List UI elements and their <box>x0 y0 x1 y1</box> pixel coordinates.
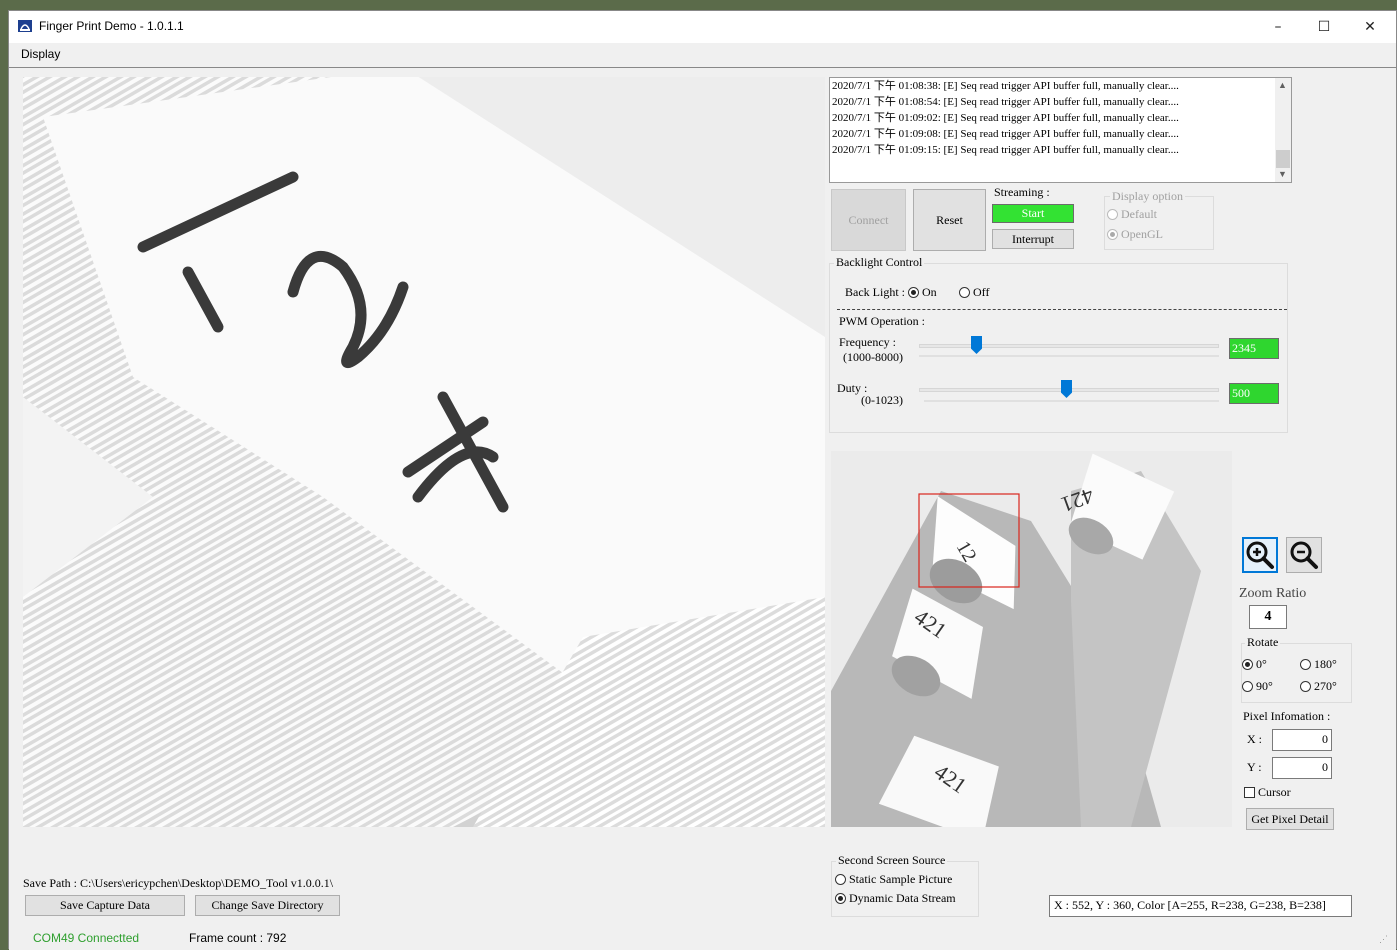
radio-icon <box>1242 681 1253 692</box>
frequency-value-field[interactable]: 2345 <box>1229 338 1279 359</box>
radio-icon <box>908 287 919 298</box>
duty-value-field[interactable]: 500 <box>1229 383 1279 404</box>
zoom-in-button[interactable] <box>1242 537 1278 573</box>
radio-icon <box>1300 681 1311 692</box>
radio-icon <box>1300 659 1311 670</box>
change-directory-button[interactable]: Change Save Directory <box>195 895 340 916</box>
scroll-down-icon[interactable]: ▼ <box>1278 169 1287 179</box>
static-sample-label: Static Sample Picture <box>849 872 953 886</box>
duty-tick-line <box>924 400 1219 402</box>
frequency-slider-track[interactable] <box>919 344 1219 348</box>
zoom-ratio-label: Zoom Ratio <box>1239 586 1307 601</box>
zoom-out-icon <box>1290 541 1318 569</box>
frame-count: Frame count : 792 <box>189 931 287 945</box>
log-line: 2020/7/1 下午 01:09:02: [E] Seq read trigg… <box>832 112 1179 124</box>
overview-image-view[interactable]: 12 421 421 421 <box>831 451 1232 827</box>
radio-icon <box>1242 659 1253 670</box>
window-title: Finger Print Demo - 1.0.1.1 <box>39 19 184 33</box>
menu-display[interactable]: Display <box>21 47 60 61</box>
backlight-on-radio[interactable]: On <box>908 285 937 300</box>
rotate-270-radio[interactable]: 270° <box>1300 679 1337 694</box>
pixel-readout-field: X : 552, Y : 360, Color [A=255, R=238, G… <box>1049 895 1352 917</box>
close-button[interactable]: ✕ <box>1347 11 1393 43</box>
radio-icon <box>835 893 846 904</box>
display-opengl-label: OpenGL <box>1121 227 1163 241</box>
pixel-x-field[interactable]: 0 <box>1272 729 1332 751</box>
cursor-label: Cursor <box>1258 785 1291 799</box>
cursor-checkbox[interactable]: Cursor <box>1244 785 1291 800</box>
log-line: 2020/7/1 下午 01:08:38: [E] Seq read trigg… <box>832 80 1179 92</box>
display-opengl-radio[interactable]: OpenGL <box>1107 227 1163 242</box>
display-default-radio[interactable]: Default <box>1107 207 1157 222</box>
second-screen-label: Second Screen Source <box>836 853 948 868</box>
display-default-label: Default <box>1121 207 1157 221</box>
pixel-y-field[interactable]: 0 <box>1272 757 1332 779</box>
resize-grip-icon[interactable]: ⋰ <box>1379 934 1388 945</box>
duty-range: (0-1023) <box>861 393 903 407</box>
scroll-thumb[interactable] <box>1276 150 1290 168</box>
rotate-90-label: 90° <box>1256 679 1273 693</box>
backlight-off-radio[interactable]: Off <box>959 285 989 300</box>
rotate-0-radio[interactable]: 0° <box>1242 657 1267 672</box>
zoom-out-button[interactable] <box>1286 537 1322 573</box>
dynamic-stream-label: Dynamic Data Stream <box>849 891 956 905</box>
menu-bar: Display <box>9 43 1396 68</box>
save-capture-button[interactable]: Save Capture Data <box>25 895 185 916</box>
rotate-180-radio[interactable]: 180° <box>1300 657 1337 672</box>
interrupt-button[interactable]: Interrupt <box>992 229 1074 249</box>
radio-icon <box>1107 209 1118 220</box>
pixel-info-label: Pixel Infomation : <box>1243 709 1331 723</box>
status-bar: COM49 Connectted Frame count : 792 ⋰ <box>9 928 1396 950</box>
pwm-label: PWM Operation : <box>839 314 925 328</box>
static-sample-radio[interactable]: Static Sample Picture <box>835 872 952 887</box>
minimize-button[interactable]: – <box>1255 11 1301 43</box>
radio-icon <box>959 287 970 298</box>
app-icon <box>18 20 32 32</box>
log-line: 2020/7/1 下午 01:09:08: [E] Seq read trigg… <box>832 128 1179 140</box>
second-screen-group <box>831 861 979 917</box>
divider <box>837 309 1287 310</box>
radio-icon <box>835 874 846 885</box>
frequency-tick-line <box>919 355 1219 357</box>
main-fingerprint-image <box>23 77 825 827</box>
backlight-label: Back Light : <box>845 285 905 299</box>
dynamic-stream-radio[interactable]: Dynamic Data Stream <box>835 891 956 906</box>
radio-icon <box>1107 229 1118 240</box>
zoom-ratio-value: 4 <box>1249 605 1287 629</box>
backlight-on-label: On <box>922 285 937 299</box>
connect-button[interactable]: Connect <box>831 189 906 251</box>
log-line: 2020/7/1 下午 01:09:15: [E] Seq read trigg… <box>832 144 1179 156</box>
frequency-label: Frequency : <box>839 335 896 349</box>
pixel-y-label: Y : <box>1247 760 1262 774</box>
log-textbox[interactable]: 2020/7/1 下午 01:08:38: [E] Seq read trigg… <box>829 77 1292 183</box>
start-button[interactable]: Start <box>992 204 1074 223</box>
log-scrollbar[interactable]: ▲ ▼ <box>1275 78 1291 182</box>
rotate-180-label: 180° <box>1314 657 1337 671</box>
log-line: 2020/7/1 下午 01:08:54: [E] Seq read trigg… <box>832 96 1179 108</box>
display-option-label: Display option <box>1110 189 1185 204</box>
rotate-label: Rotate <box>1245 635 1281 650</box>
app-window: Finger Print Demo - 1.0.1.1 – ☐ ✕ Displa… <box>8 10 1397 950</box>
scroll-up-icon[interactable]: ▲ <box>1278 80 1287 90</box>
get-pixel-detail-button[interactable]: Get Pixel Detail <box>1246 808 1334 830</box>
reset-button[interactable]: Reset <box>913 189 986 251</box>
maximize-button[interactable]: ☐ <box>1301 11 1347 43</box>
connection-status: COM49 Connectted <box>33 931 140 945</box>
backlight-off-label: Off <box>973 285 990 299</box>
rotate-90-radio[interactable]: 90° <box>1242 679 1273 694</box>
rotate-group <box>1241 643 1352 703</box>
title-bar: Finger Print Demo - 1.0.1.1 – ☐ ✕ <box>9 11 1396 43</box>
backlight-control-label: Backlight Control <box>834 255 925 270</box>
pixel-x-label: X : <box>1247 732 1262 746</box>
streaming-label: Streaming : <box>994 185 1050 199</box>
checkbox-icon <box>1244 787 1255 798</box>
zoom-in-icon <box>1246 541 1274 569</box>
main-image-view[interactable]: 1 2 4 <box>23 77 825 827</box>
overview-fingers-image: 12 421 421 421 <box>831 451 1232 827</box>
rotate-0-label: 0° <box>1256 657 1267 671</box>
save-path-label: Save Path : C:\Users\ericypchen\Desktop\… <box>23 876 334 890</box>
rotate-270-label: 270° <box>1314 679 1337 693</box>
frequency-range: (1000-8000) <box>843 350 903 364</box>
